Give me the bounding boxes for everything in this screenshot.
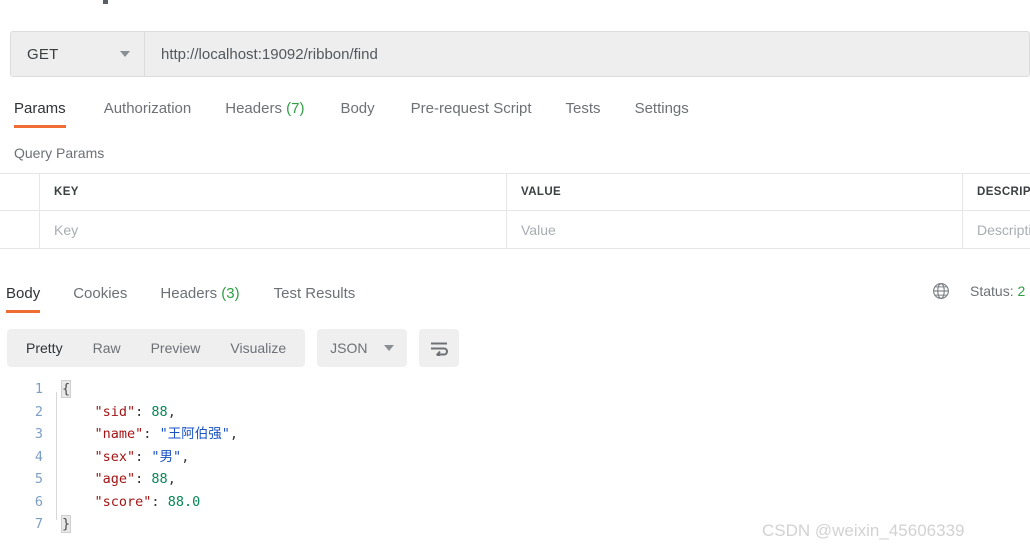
status-code: 2 [1017, 283, 1026, 299]
json-comma: , [167, 471, 176, 487]
tab-count-badge: (3) [217, 285, 240, 302]
query-params-table: KEY VALUE DESCRIPTION Key Value Descript… [0, 173, 1030, 249]
json-line-1: "name": "王阿伯强", [62, 423, 1030, 446]
tab-label: Body [6, 285, 41, 302]
tab-label: Headers [160, 285, 218, 302]
tab-label: Headers [225, 100, 282, 117]
json-value: 88.0 [167, 493, 201, 510]
code-fold-rail [52, 378, 62, 538]
json-value: "王阿伯强" [159, 426, 230, 442]
tab-label: Cookies [73, 285, 128, 302]
request-tab-settings[interactable]: Settings [635, 96, 689, 128]
globe-icon[interactable] [932, 282, 950, 300]
request-tab-headers[interactable]: Headers (7) [225, 96, 304, 128]
header-checkbox-gutter [0, 174, 40, 210]
json-value: 88 [151, 471, 168, 487]
json-colon: : [143, 426, 160, 442]
request-tab-authorization[interactable]: Authorization [104, 96, 192, 128]
view-tab-preview[interactable]: Preview [136, 329, 216, 367]
line-number: 6 [34, 493, 43, 510]
json-comma: , [229, 426, 238, 442]
line-number: 5 [34, 471, 43, 487]
csdn-watermark: CSDN @weixin_45606339 [762, 521, 965, 540]
open-brace: { [60, 380, 72, 398]
line-number: 2 [34, 403, 43, 420]
header-value: VALUE [507, 174, 963, 210]
response-format-dropdown[interactable]: JSON [317, 329, 407, 367]
response-tab-body[interactable]: Body [6, 281, 41, 313]
response-tabs: Body Cookies Headers (3) Test Results [0, 281, 355, 313]
tab-label: Params [14, 100, 66, 117]
query-params-title: Query Params [14, 145, 105, 161]
header-description: DESCRIPTION [977, 186, 1030, 198]
json-line-4: "score": 88.0 [62, 491, 1030, 514]
request-tab-params[interactable]: Params [14, 96, 66, 128]
tab-label: Settings [634, 100, 689, 117]
request-tabs: Params Authorization Headers (7) Body Pre-re… [0, 96, 1030, 133]
response-format-label: JSON [330, 340, 368, 356]
table-row[interactable]: Key Value Description [0, 211, 1030, 249]
request-url-bar: GET http://localhost:19092/ribbon/find [10, 31, 1030, 77]
json-line-3: "age": 88, [62, 468, 1030, 491]
response-body-toolbar: Pretty Raw Preview Visualize JSON [7, 329, 459, 367]
chevron-down-icon [120, 51, 130, 57]
json-value: 88 [151, 403, 168, 420]
json-line-open: { [60, 378, 1030, 401]
request-tab-pre-request-script[interactable]: Pre-request Script [411, 96, 532, 128]
tab-label: Body [340, 100, 375, 117]
param-value-input[interactable]: Value [507, 211, 963, 248]
json-key: "sid" [94, 403, 136, 420]
view-tab-visualize[interactable]: Visualize [215, 329, 301, 367]
http-method-dropdown[interactable]: GET [11, 32, 145, 76]
status-badge: Status: 2 [970, 283, 1026, 299]
line-number-gutter: 1 2 3 4 5 6 7 [0, 378, 52, 538]
word-wrap-icon [430, 342, 448, 356]
json-key: "score" [94, 493, 152, 510]
json-line-2: "sex": "男", [62, 446, 1030, 469]
json-key: "name" [94, 426, 144, 442]
param-description-input[interactable]: Description [963, 211, 1030, 248]
tab-label: Tests [565, 100, 601, 117]
header-key: KEY [40, 174, 507, 210]
line-number: 1 [34, 381, 43, 397]
request-tab-body[interactable]: Body [340, 96, 374, 128]
line-number: 4 [34, 448, 43, 465]
request-tab-tests[interactable]: Tests [566, 96, 601, 128]
table-header-row: KEY VALUE DESCRIPTION [0, 173, 1030, 211]
line-number: 3 [34, 426, 43, 442]
close-brace: } [60, 515, 72, 533]
response-tab-headers[interactable]: Headers (3) [160, 281, 239, 313]
tab-label: Test Results [273, 285, 356, 302]
clipped-top-fragment [103, 0, 108, 4]
json-comma: , [181, 448, 190, 465]
json-colon: : [135, 448, 152, 465]
response-status-area: Status: 2 [932, 282, 1030, 300]
json-key: "age" [94, 471, 136, 487]
response-view-switcher: Pretty Raw Preview Visualize [7, 329, 306, 367]
response-tab-test-results[interactable]: Test Results [274, 281, 356, 313]
tab-label: Pre-request Script [410, 100, 532, 117]
request-url-input[interactable]: http://localhost:19092/ribbon/find [145, 32, 1029, 76]
json-key: "sex" [94, 448, 136, 465]
view-tab-raw[interactable]: Raw [78, 329, 136, 367]
http-method-label: GET [27, 45, 59, 63]
param-key-input[interactable]: Key [40, 211, 507, 248]
json-colon: : [151, 493, 168, 510]
json-value: "男" [151, 448, 182, 465]
json-line-0: "sid": 88, [62, 401, 1030, 424]
word-wrap-button[interactable] [418, 329, 459, 367]
json-colon: : [135, 471, 152, 487]
view-tab-pretty[interactable]: Pretty [11, 329, 78, 367]
tab-label: Authorization [103, 100, 192, 117]
chevron-down-icon [383, 345, 394, 351]
json-code-area[interactable]: { "sid": 88, "name": "王阿伯强", "sex": "男",… [60, 378, 1030, 538]
json-comma: , [167, 403, 176, 420]
response-json-viewer[interactable]: 1 2 3 4 5 6 7 { "sid": 88, "name": "王阿伯强", "se… [0, 378, 1030, 538]
response-tab-cookies[interactable]: Cookies [73, 281, 127, 313]
postman-window: GET http://localhost:19092/ribbon/find P… [0, 0, 1030, 559]
tab-count-badge: (7) [281, 100, 305, 117]
row-checkbox-gutter[interactable] [0, 211, 40, 248]
json-colon: : [135, 403, 152, 420]
line-number: 7 [34, 516, 43, 532]
